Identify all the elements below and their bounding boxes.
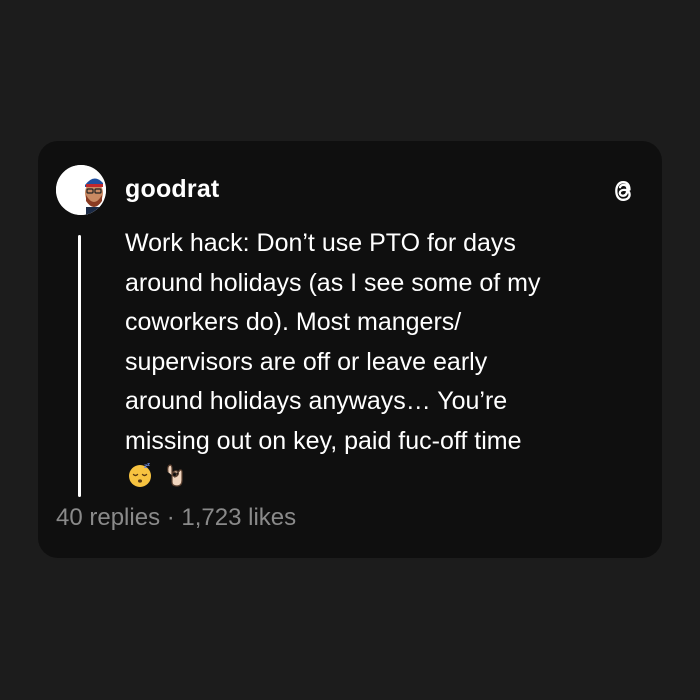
replies-count[interactable]: 40 replies xyxy=(56,504,160,531)
svg-text:z: z xyxy=(147,462,150,468)
post-text: Work hack: Don’t use PTO for days around… xyxy=(125,229,541,455)
avatar[interactable] xyxy=(56,165,106,215)
thread-line xyxy=(78,235,81,497)
ok-hand-icon xyxy=(161,462,187,488)
username[interactable]: goodrat xyxy=(125,175,219,204)
avatar-image xyxy=(56,165,106,215)
emoji-row: z z xyxy=(127,462,187,488)
threads-icon[interactable] xyxy=(608,176,638,206)
sleeping-face-icon: z z xyxy=(127,462,153,488)
post-stats: 40 replies · 1,723 likes xyxy=(56,504,296,532)
likes-count[interactable]: 1,723 likes xyxy=(181,504,296,531)
post-card[interactable]: goodrat Work hack: Don’t use PTO for day… xyxy=(38,141,662,558)
stats-separator: · xyxy=(160,504,182,531)
